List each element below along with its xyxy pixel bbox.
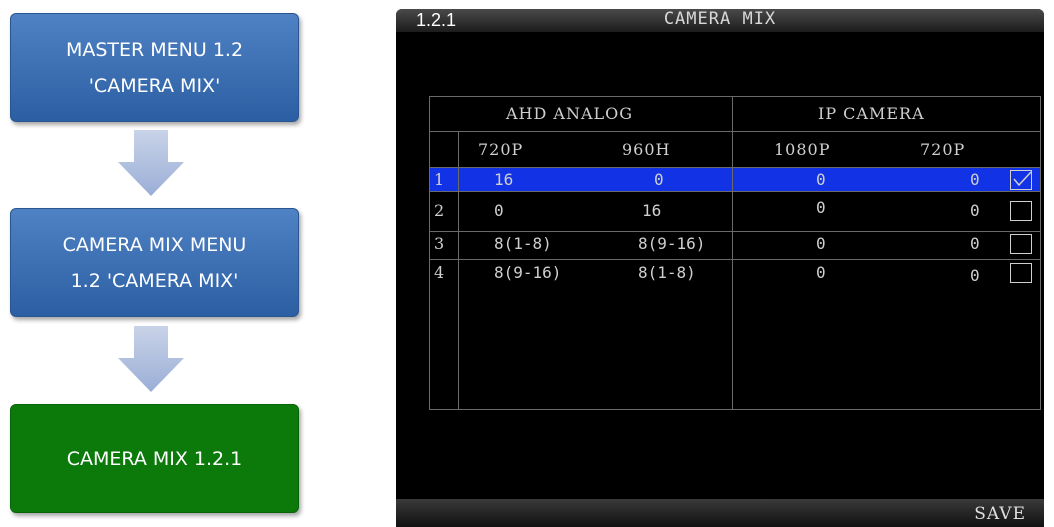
row-checkbox[interactable]: [1010, 170, 1032, 190]
row-checkbox[interactable]: [1010, 201, 1032, 221]
flow-step-camera-mix-menu: CAMERA MIX MENU 1.2 'CAMERA MIX': [10, 208, 299, 317]
table-cell[interactable]: 0: [816, 234, 826, 253]
flow-step-camera-mix: CAMERA MIX 1.2.1: [10, 404, 299, 513]
row-checkbox[interactable]: [1010, 263, 1032, 283]
column-header: 720P: [478, 140, 524, 159]
footer-bar: SAVE: [396, 499, 1044, 527]
save-button[interactable]: SAVE: [974, 504, 1026, 524]
table-cell[interactable]: 0: [970, 266, 980, 285]
dvr-screen: 1.2.1 CAMERA MIX AHD ANALOG IP CAMERA 72…: [396, 9, 1044, 527]
selected-row-highlight: [430, 167, 1040, 191]
checkmark-icon: [1013, 171, 1032, 187]
down-arrow-icon: [118, 326, 184, 392]
group-header-ip: IP CAMERA: [818, 104, 925, 123]
table-cell[interactable]: 0: [816, 170, 826, 189]
column-header: 1080P: [774, 140, 831, 159]
row-number: 1: [434, 170, 445, 189]
column-header: 960H: [622, 140, 671, 159]
camera-mix-table: AHD ANALOG IP CAMERA 720P 960H 1080P 720…: [429, 96, 1041, 410]
table-cell[interactable]: 0: [970, 234, 980, 253]
row-number: 2: [434, 201, 445, 220]
table-cell[interactable]: 8(1-8): [638, 263, 696, 282]
row-checkbox[interactable]: [1010, 234, 1032, 254]
table-cell[interactable]: 16: [494, 170, 513, 189]
flow-step-line: CAMERA MIX MENU: [62, 233, 247, 256]
table-cell[interactable]: 0: [970, 170, 980, 189]
table-cell[interactable]: 0: [816, 263, 826, 282]
title-bar: 1.2.1 CAMERA MIX: [396, 9, 1044, 32]
table-cell[interactable]: 0: [654, 170, 664, 189]
table-cell[interactable]: 8(1-8): [494, 234, 552, 253]
table-cell[interactable]: 0: [494, 201, 504, 220]
down-arrow-icon: [118, 130, 184, 196]
column-header: 720P: [920, 140, 966, 159]
flow-step-master-menu: MASTER MENU 1.2 'CAMERA MIX': [10, 13, 299, 122]
flow-step-line: CAMERA MIX 1.2.1: [66, 447, 243, 470]
flow-step-line: 'CAMERA MIX': [88, 74, 221, 97]
group-header-analog: AHD ANALOG: [506, 104, 634, 123]
table-cell[interactable]: 8(9-16): [494, 263, 561, 282]
flow-step-line: MASTER MENU 1.2: [65, 38, 244, 61]
table-cell[interactable]: 8(9-16): [638, 234, 705, 253]
table-cell[interactable]: 16: [642, 201, 661, 220]
table-cell[interactable]: 0: [970, 201, 980, 220]
flow-step-line: 1.2 'CAMERA MIX': [70, 269, 239, 292]
page-title: CAMERA MIX: [663, 9, 777, 29]
row-number: 4: [434, 263, 445, 282]
table-cell[interactable]: 0: [816, 198, 826, 217]
row-number: 3: [434, 234, 445, 253]
